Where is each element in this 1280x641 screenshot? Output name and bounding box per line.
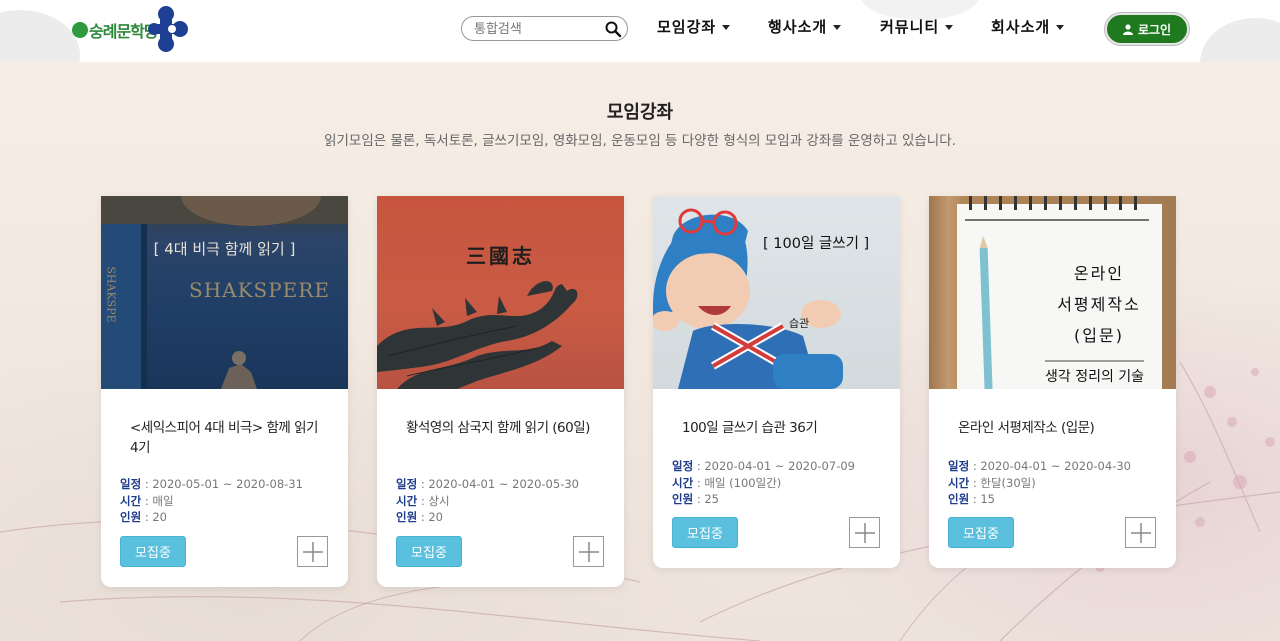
logo-mark-icon bbox=[148, 6, 188, 52]
thumbnail-caption: [ 100일 글쓰기 ] bbox=[763, 236, 870, 252]
section-title: 모임강좌 bbox=[606, 102, 674, 123]
course-thumbnail[interactable]: [ 4대 비극 함께 읽기 ] SHAKSPERE SHAKSPE bbox=[101, 196, 348, 389]
more-button[interactable] bbox=[297, 536, 328, 567]
search-box bbox=[461, 16, 628, 41]
thumbnail-caption: [ 4대 비극 함께 읽기 ] bbox=[153, 240, 296, 258]
recruit-status-button[interactable]: 모집중 bbox=[672, 517, 738, 548]
course-card[interactable]: [ 100일 글쓰기 ] 습관 100일 글쓰기 습관 36기 일정 : 202… bbox=[653, 196, 900, 568]
site-logo[interactable]: 숭례문학당 bbox=[72, 4, 192, 54]
search-icon[interactable] bbox=[604, 20, 622, 38]
thumbnail-subtext: 습관 bbox=[789, 317, 810, 330]
meta-row-schedule: 일정 : 2020-05-01 ~ 2020-08-31 bbox=[120, 477, 303, 491]
meta-row-schedule: 일정 : 2020-04-01 ~ 2020-04-30 bbox=[948, 459, 1131, 473]
plus-icon bbox=[303, 542, 323, 562]
course-meta: 일정 : 2020-05-01 ~ 2020-08-31 시간 : 매일 인원 … bbox=[120, 476, 303, 526]
meta-row-time: 시간 : 상시 bbox=[396, 493, 450, 508]
meta-row-people: 인원 : 25 bbox=[672, 492, 719, 506]
login-label: 로그인 bbox=[1137, 22, 1172, 37]
dragon-illustration bbox=[377, 281, 578, 389]
course-card[interactable]: [ 4대 비극 함께 읽기 ] SHAKSPERE SHAKSPE <세익스피어… bbox=[101, 196, 348, 587]
book-spine-text: SHAKSPE bbox=[104, 266, 118, 323]
course-title[interactable]: 황석영의 삼국지 함께 읽기 (60일) bbox=[406, 418, 602, 438]
site-header: 숭례문학당 모임강좌 행사소개 커뮤니티 회사소개 로그인 bbox=[0, 0, 1280, 62]
more-button[interactable] bbox=[849, 517, 880, 548]
course-meta: 일정 : 2020-04-01 ~ 2020-05-30 시간 : 상시 인원 … bbox=[396, 476, 579, 526]
meta-row-people: 인원 : 20 bbox=[120, 510, 167, 524]
course-title[interactable]: <세익스피어 4대 비극> 함께 읽기 4기 bbox=[130, 418, 326, 458]
meta-row-people: 인원 : 15 bbox=[948, 492, 995, 506]
meta-row-schedule: 일정 : 2020-04-01 ~ 2020-07-09 bbox=[672, 459, 855, 473]
nav-item-events[interactable]: 행사소개 bbox=[768, 16, 842, 40]
course-card[interactable]: 온라인 서평제작소 (입문) 생각 정리의 기술 온라인 서평제작소 (입문) … bbox=[929, 196, 1176, 568]
search-input[interactable] bbox=[474, 20, 604, 38]
thumbnail-subtext: 생각 정리의 기술 bbox=[1045, 369, 1145, 385]
nav-item-label: 회사소개 bbox=[991, 18, 1051, 36]
course-thumbnail[interactable]: [ 100일 글쓰기 ] 습관 bbox=[653, 196, 900, 389]
thumbnail-caption-line: 온라인 bbox=[1073, 264, 1125, 283]
thumbnail-caption-line: (입문) bbox=[1074, 326, 1124, 345]
more-button[interactable] bbox=[1125, 517, 1156, 548]
nav-item-label: 행사소개 bbox=[768, 18, 828, 36]
meta-row-time: 시간 : 한달(30일) bbox=[948, 475, 1036, 490]
recruit-status-button[interactable]: 모집중 bbox=[120, 536, 186, 567]
course-thumbnail[interactable]: 三國志 bbox=[377, 196, 624, 389]
recruit-status-button[interactable]: 모집중 bbox=[948, 517, 1014, 548]
thumbnail-caption-line: 서평제작소 bbox=[1057, 295, 1141, 314]
user-icon bbox=[1122, 23, 1133, 35]
thumbnail-caption: 三國志 bbox=[466, 244, 535, 268]
login-button[interactable]: 로그인 bbox=[1105, 13, 1189, 45]
course-meta: 일정 : 2020-04-01 ~ 2020-07-09 시간 : 매일 (10… bbox=[672, 458, 855, 508]
thumbnail-caption: 온라인 서평제작소 (입문) bbox=[1029, 258, 1169, 351]
more-button[interactable] bbox=[573, 536, 604, 567]
baby-photo-illustration bbox=[653, 208, 843, 389]
course-title[interactable]: 100일 글쓰기 습관 36기 bbox=[682, 418, 878, 438]
caret-down-icon bbox=[945, 25, 954, 30]
plus-icon bbox=[855, 523, 875, 543]
caret-down-icon bbox=[833, 25, 842, 30]
nav-item-company[interactable]: 회사소개 bbox=[991, 16, 1065, 40]
caret-down-icon bbox=[722, 25, 731, 30]
meta-row-schedule: 일정 : 2020-04-01 ~ 2020-05-30 bbox=[396, 477, 579, 491]
course-thumbnail[interactable]: 온라인 서평제작소 (입문) 생각 정리의 기술 bbox=[929, 196, 1176, 389]
recruit-status-button[interactable]: 모집중 bbox=[396, 536, 462, 567]
header-decoration bbox=[1200, 18, 1280, 62]
nav-item-label: 커뮤니티 bbox=[880, 18, 940, 36]
course-meta: 일정 : 2020-04-01 ~ 2020-04-30 시간 : 한달(30일… bbox=[948, 458, 1131, 508]
caret-down-icon bbox=[1056, 25, 1065, 30]
meta-row-time: 시간 : 매일 (100일간) bbox=[672, 475, 782, 490]
plus-icon bbox=[1131, 523, 1151, 543]
nav-item-courses[interactable]: 모임강좌 bbox=[657, 16, 731, 40]
nav-item-community[interactable]: 커뮤니티 bbox=[880, 16, 954, 40]
logo-dot-icon bbox=[72, 22, 88, 38]
course-card[interactable]: 三國志 황석영의 삼국지 함께 읽기 (60일) 일정 : 2020-04-01… bbox=[377, 196, 624, 587]
meta-row-time: 시간 : 매일 bbox=[120, 493, 174, 508]
nav-item-label: 모임강좌 bbox=[657, 18, 717, 36]
thumbnail-subtext: SHAKSPERE bbox=[189, 278, 330, 302]
course-title[interactable]: 온라인 서평제작소 (입문) bbox=[958, 418, 1154, 438]
meta-row-people: 인원 : 20 bbox=[396, 510, 443, 524]
section-description: 읽기모임은 물론, 독서토론, 글쓰기모임, 영화모임, 운동모임 등 다양한 … bbox=[324, 133, 956, 149]
plus-icon bbox=[579, 542, 599, 562]
header-decoration bbox=[0, 10, 80, 62]
